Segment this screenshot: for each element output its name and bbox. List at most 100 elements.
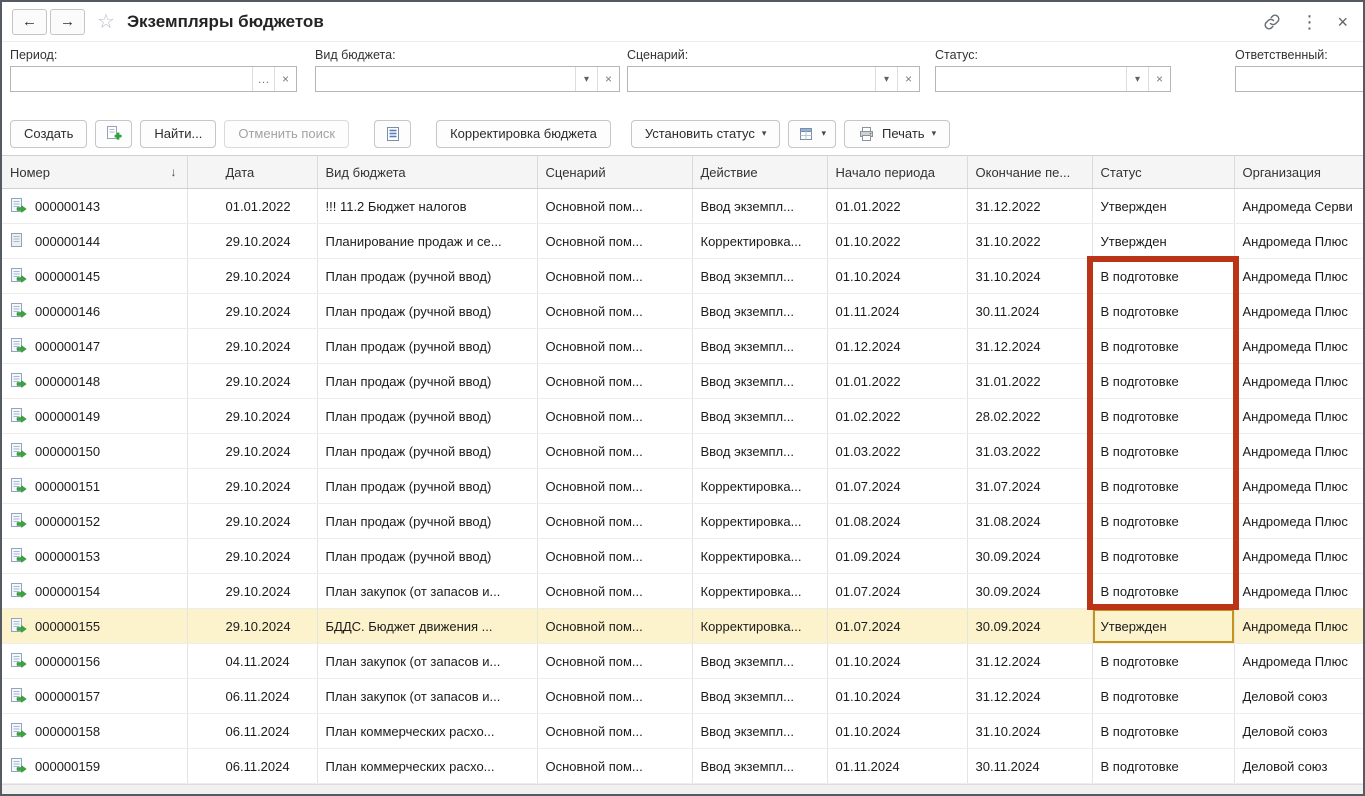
status-dropdown-button[interactable]: ▾ [1126, 67, 1148, 91]
kebab-menu-icon[interactable]: ⋮ [1300, 13, 1318, 31]
row-action[interactable]: Корректировка... [692, 574, 827, 609]
responsible-input[interactable] [1236, 67, 1364, 91]
table-row[interactable]: 000000146 29.10.2024 План продаж (ручной… [2, 294, 1363, 329]
row-scenario[interactable]: Основной пом... [537, 294, 692, 329]
row-date[interactable]: 06.11.2024 [187, 679, 317, 714]
adjust-budget-button[interactable]: Корректировка бюджета [436, 120, 611, 148]
row-action[interactable]: Ввод экземпл... [692, 294, 827, 329]
row-action[interactable]: Ввод экземпл... [692, 364, 827, 399]
create-button[interactable]: Создать [10, 120, 87, 148]
row-scenario[interactable]: Основной пом... [537, 504, 692, 539]
row-period-start[interactable]: 01.10.2024 [827, 679, 967, 714]
column-header-action[interactable]: Действие [692, 156, 827, 189]
row-organization[interactable]: Андромеда Плюс [1234, 399, 1363, 434]
row-action[interactable]: Корректировка... [692, 539, 827, 574]
table-row[interactable]: 000000152 29.10.2024 План продаж (ручной… [2, 504, 1363, 539]
row-date[interactable]: 01.01.2022 [187, 189, 317, 224]
table-row[interactable]: 000000153 29.10.2024 План продаж (ручной… [2, 539, 1363, 574]
table-row[interactable]: 000000144 29.10.2024 Планирование продаж… [2, 224, 1363, 259]
row-budget-kind[interactable]: БДДС. Бюджет движения ... [317, 609, 537, 644]
row-action[interactable]: Ввод экземпл... [692, 434, 827, 469]
table-row[interactable]: 000000150 29.10.2024 План продаж (ручной… [2, 434, 1363, 469]
row-period-end[interactable]: 31.08.2024 [967, 504, 1092, 539]
status-cell[interactable]: В подготовке [1092, 364, 1234, 399]
period-clear-button[interactable]: × [274, 67, 296, 91]
favorite-star-icon[interactable]: ☆ [97, 12, 115, 32]
row-period-start[interactable]: 01.08.2024 [827, 504, 967, 539]
row-period-end[interactable]: 31.10.2022 [967, 224, 1092, 259]
column-header-status[interactable]: Статус [1092, 156, 1234, 189]
row-date[interactable]: 04.11.2024 [187, 644, 317, 679]
table-row[interactable]: 000000147 29.10.2024 План продаж (ручной… [2, 329, 1363, 364]
row-organization[interactable]: Деловой союз [1234, 714, 1363, 749]
row-period-start[interactable]: 01.12.2024 [827, 329, 967, 364]
status-cell[interactable]: В подготовке [1092, 294, 1234, 329]
row-budget-kind[interactable]: План продаж (ручной ввод) [317, 399, 537, 434]
row-period-start[interactable]: 01.10.2022 [827, 224, 967, 259]
row-action[interactable]: Корректировка... [692, 224, 827, 259]
table-row[interactable]: 000000149 29.10.2024 План продаж (ручной… [2, 399, 1363, 434]
row-organization[interactable]: Андромеда Плюс [1234, 224, 1363, 259]
row-organization[interactable]: Андромеда Плюс [1234, 364, 1363, 399]
row-budget-kind[interactable]: План коммерческих расхо... [317, 714, 537, 749]
row-period-start[interactable]: 01.11.2024 [827, 749, 967, 784]
scenario-dropdown-button[interactable]: ▾ [875, 67, 897, 91]
row-scenario[interactable]: Основной пом... [537, 679, 692, 714]
column-header-date[interactable]: Дата [187, 156, 317, 189]
row-budget-kind[interactable]: План коммерческих расхо... [317, 749, 537, 784]
row-period-start[interactable]: 01.01.2022 [827, 364, 967, 399]
status-cell[interactable]: В подготовке [1092, 504, 1234, 539]
row-period-start[interactable]: 01.10.2024 [827, 259, 967, 294]
table-row[interactable]: 000000145 29.10.2024 План продаж (ручной… [2, 259, 1363, 294]
row-scenario[interactable]: Основной пом... [537, 469, 692, 504]
row-period-start[interactable]: 01.03.2022 [827, 434, 967, 469]
status-cell[interactable]: В подготовке [1092, 399, 1234, 434]
row-scenario[interactable]: Основной пом... [537, 224, 692, 259]
row-organization[interactable]: Андромеда Плюс [1234, 329, 1363, 364]
row-date[interactable]: 29.10.2024 [187, 574, 317, 609]
status-cell[interactable]: В подготовке [1092, 644, 1234, 679]
row-budget-kind[interactable]: План продаж (ручной ввод) [317, 294, 537, 329]
row-budget-kind[interactable]: План продаж (ручной ввод) [317, 364, 537, 399]
row-period-end[interactable]: 30.11.2024 [967, 749, 1092, 784]
row-period-end[interactable]: 31.12.2024 [967, 644, 1092, 679]
row-period-start[interactable]: 01.09.2024 [827, 539, 967, 574]
row-budget-kind[interactable]: Планирование продаж и се... [317, 224, 537, 259]
row-budget-kind[interactable]: План продаж (ручной ввод) [317, 504, 537, 539]
column-header-organization[interactable]: Организация [1234, 156, 1363, 189]
status-cell[interactable]: В подготовке [1092, 679, 1234, 714]
row-period-end[interactable]: 30.09.2024 [967, 574, 1092, 609]
row-date[interactable]: 29.10.2024 [187, 504, 317, 539]
row-organization[interactable]: Андромеда Плюс [1234, 539, 1363, 574]
scenario-clear-button[interactable]: × [897, 67, 919, 91]
table-row[interactable]: 000000157 06.11.2024 План закупок (от за… [2, 679, 1363, 714]
row-date[interactable]: 29.10.2024 [187, 259, 317, 294]
row-budget-kind[interactable]: !!! 11.2 Бюджет налогов [317, 189, 537, 224]
row-action[interactable]: Ввод экземпл... [692, 259, 827, 294]
find-button[interactable]: Найти... [140, 120, 216, 148]
status-cell[interactable]: В подготовке [1092, 539, 1234, 574]
row-action[interactable]: Ввод экземпл... [692, 329, 827, 364]
period-choose-button[interactable]: … [252, 67, 274, 91]
row-action[interactable]: Ввод экземпл... [692, 679, 827, 714]
table-row[interactable]: 000000156 04.11.2024 План закупок (от за… [2, 644, 1363, 679]
row-organization[interactable]: Деловой союз [1234, 679, 1363, 714]
column-header-period-start[interactable]: Начало периода [827, 156, 967, 189]
status-cell[interactable]: В подготовке [1092, 469, 1234, 504]
row-period-end[interactable]: 31.12.2022 [967, 189, 1092, 224]
row-scenario[interactable]: Основной пом... [537, 609, 692, 644]
budget-kind-clear-button[interactable]: × [597, 67, 619, 91]
row-action[interactable]: Ввод экземпл... [692, 714, 827, 749]
row-scenario[interactable]: Основной пом... [537, 749, 692, 784]
row-budget-kind[interactable]: План закупок (от запасов и... [317, 644, 537, 679]
status-cell[interactable]: Утвержден [1092, 224, 1234, 259]
row-scenario[interactable]: Основной пом... [537, 714, 692, 749]
row-organization[interactable]: Андромеда Плюс [1234, 259, 1363, 294]
row-period-start[interactable]: 01.07.2024 [827, 574, 967, 609]
table-row[interactable]: 000000154 29.10.2024 План закупок (от за… [2, 574, 1363, 609]
horizontal-scrollbar[interactable] [2, 784, 1363, 794]
row-organization[interactable]: Андромеда Плюс [1234, 504, 1363, 539]
row-period-start[interactable]: 01.10.2024 [827, 644, 967, 679]
row-scenario[interactable]: Основной пом... [537, 644, 692, 679]
table-row[interactable]: 000000155 29.10.2024 БДДС. Бюджет движен… [2, 609, 1363, 644]
